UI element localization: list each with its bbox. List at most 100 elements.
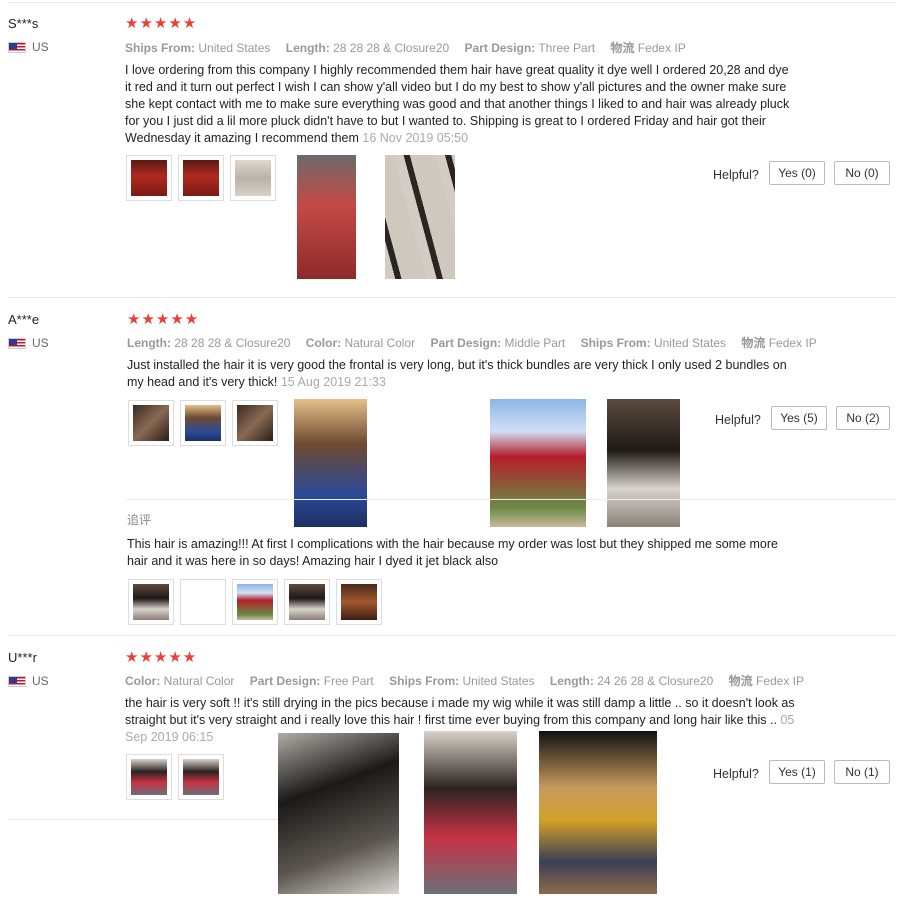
photo-image xyxy=(133,405,169,441)
country-code: US xyxy=(32,674,49,688)
meta-value: United States xyxy=(462,674,535,688)
review-date: 16 Nov 2019 05:50 xyxy=(362,131,469,145)
country-code: US xyxy=(32,336,49,350)
meta-key: Part Design: xyxy=(249,674,321,688)
helpful-yes-button[interactable]: Yes (1) xyxy=(769,760,825,784)
review-date: 15 Aug 2019 21:33 xyxy=(280,375,386,389)
meta-value: Natural Color xyxy=(163,674,235,688)
us-flag-icon xyxy=(8,675,26,687)
review-photo[interactable] xyxy=(490,399,586,527)
photo-thumbnail[interactable] xyxy=(126,155,172,201)
helpful-yes-button[interactable]: Yes (5) xyxy=(771,406,827,430)
photo-image xyxy=(237,584,273,620)
meta-value: United States xyxy=(198,41,271,55)
photo-image xyxy=(183,160,219,196)
meta-key: Part Design: xyxy=(430,336,502,350)
meta-value: United States xyxy=(653,336,726,350)
photo-thumbnail[interactable] xyxy=(126,754,172,800)
review-photo[interactable] xyxy=(297,155,356,279)
review-text: Just installed the hair it is very good … xyxy=(127,357,799,391)
reviewer-name: A***e xyxy=(8,312,40,327)
photo-image xyxy=(341,584,377,620)
photo-image xyxy=(185,405,221,441)
meta-value: Three Part xyxy=(538,41,596,55)
meta-value: Fedex IP xyxy=(768,336,817,350)
photo-image xyxy=(185,584,221,620)
meta-key: Length: xyxy=(127,336,171,350)
photo-thumbnail[interactable] xyxy=(178,754,224,800)
review-photo[interactable] xyxy=(398,399,471,527)
photo-image xyxy=(133,584,169,620)
followup-label: 追评 xyxy=(127,513,152,527)
photo-image xyxy=(237,405,273,441)
meta-key: Color: xyxy=(125,674,161,688)
meta-key: Length: xyxy=(285,41,330,55)
meta-value: 28 28 28 & Closure20 xyxy=(333,41,450,55)
helpful-no-button[interactable]: No (1) xyxy=(834,760,890,784)
review-photo[interactable] xyxy=(294,399,367,527)
meta-key: Color: xyxy=(305,336,342,350)
star-rating: ★★★★★ xyxy=(125,649,198,666)
photo-thumbnail[interactable] xyxy=(180,579,226,625)
meta-value: Natural Color xyxy=(344,336,416,350)
meta-value: 28 28 28 & Closure20 xyxy=(174,336,291,350)
reviewer-country: US xyxy=(8,336,49,350)
review-photo[interactable] xyxy=(278,733,399,894)
meta-key: 物流 xyxy=(728,674,753,688)
star-rating: ★★★★★ xyxy=(125,15,198,32)
meta-key: Ships From: xyxy=(580,336,651,350)
photo-thumbnail[interactable] xyxy=(336,579,382,625)
followup-text: This hair is amazing!!! At first I compl… xyxy=(127,537,778,568)
photo-thumbnail[interactable] xyxy=(284,579,330,625)
helpful-label: Helpful? xyxy=(715,413,761,427)
photo-thumbnail[interactable] xyxy=(128,400,174,446)
photo-thumbnail[interactable] xyxy=(128,579,174,625)
order-info: Length: 28 28 28 & Closure20 Color: Natu… xyxy=(127,334,829,351)
meta-value: Free Part xyxy=(323,674,374,688)
reviewer-name: S***s xyxy=(8,16,39,31)
review-divider xyxy=(8,635,896,636)
helpful-label: Helpful? xyxy=(713,767,759,781)
meta-key: Length: xyxy=(549,674,594,688)
photo-image xyxy=(131,759,167,795)
meta-value: Fedex IP xyxy=(756,674,805,688)
photo-thumbnail[interactable] xyxy=(230,155,276,201)
meta-value: 24 26 28 & Closure20 xyxy=(597,674,714,688)
review-divider xyxy=(8,297,896,298)
review-divider xyxy=(8,819,278,820)
photo-image xyxy=(289,584,325,620)
helpful-label: Helpful? xyxy=(713,168,759,182)
reviewer-name: U***r xyxy=(8,650,37,665)
photo-image xyxy=(235,160,271,196)
review-photo[interactable] xyxy=(607,399,680,527)
reviewer-country: US xyxy=(8,40,49,54)
review-photo[interactable] xyxy=(424,731,517,894)
meta-key: 物流 xyxy=(741,336,766,350)
review-content: the hair is very soft !! it's still dryi… xyxy=(125,696,795,727)
meta-key: Ships From: xyxy=(389,674,460,688)
meta-value: Middle Part xyxy=(504,336,566,350)
us-flag-icon xyxy=(8,41,26,53)
photo-thumbnail[interactable] xyxy=(178,155,224,201)
photo-thumbnail[interactable] xyxy=(232,579,278,625)
photo-image xyxy=(131,160,167,196)
meta-key: Part Design: xyxy=(464,41,536,55)
review-photo[interactable] xyxy=(385,155,455,279)
meta-value: Fedex IP xyxy=(637,41,686,55)
meta-key: 物流 xyxy=(610,41,635,55)
helpful-yes-button[interactable]: Yes (0) xyxy=(769,161,825,185)
star-rating: ★★★★★ xyxy=(127,311,200,328)
review-photo[interactable] xyxy=(539,731,657,894)
followup-divider xyxy=(126,499,896,500)
reviewer-country: US xyxy=(8,674,49,688)
country-code: US xyxy=(32,40,49,54)
helpful-no-button[interactable]: No (2) xyxy=(836,406,890,430)
top-divider xyxy=(8,2,896,3)
us-flag-icon xyxy=(8,337,26,349)
review-content: Just installed the hair it is very good … xyxy=(127,358,787,389)
order-info: Ships From: United States Length: 28 28 … xyxy=(125,39,698,56)
review-text: I love ordering from this company I high… xyxy=(125,62,797,147)
photo-thumbnail[interactable] xyxy=(180,400,226,446)
helpful-no-button[interactable]: No (0) xyxy=(834,161,890,185)
photo-thumbnail[interactable] xyxy=(232,400,278,446)
